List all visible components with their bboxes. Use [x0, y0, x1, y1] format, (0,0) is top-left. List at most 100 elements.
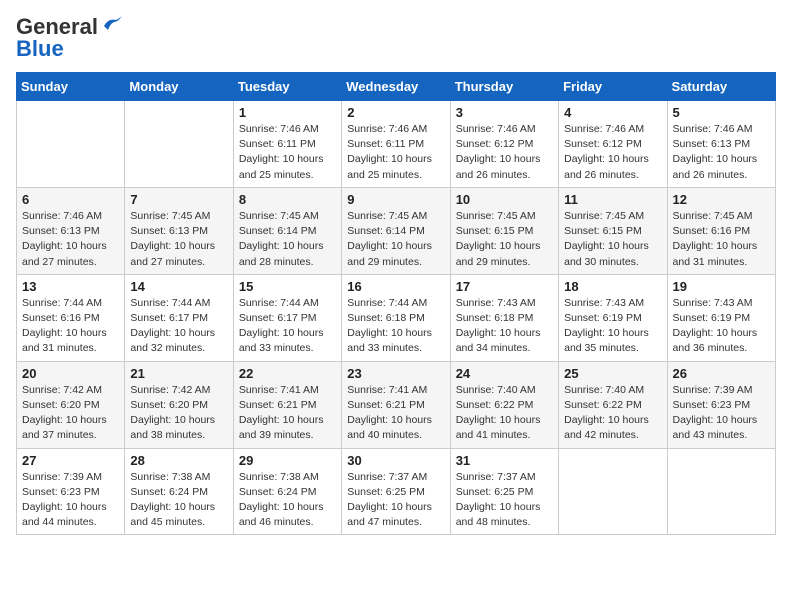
day-of-week-header: Sunday [17, 73, 125, 101]
day-info: Sunrise: 7:46 AM Sunset: 6:11 PM Dayligh… [347, 122, 444, 183]
calendar-day-cell: 19Sunrise: 7:43 AM Sunset: 6:19 PM Dayli… [667, 274, 775, 361]
day-info: Sunrise: 7:41 AM Sunset: 6:21 PM Dayligh… [239, 383, 336, 444]
day-info: Sunrise: 7:45 AM Sunset: 6:15 PM Dayligh… [564, 209, 661, 270]
day-number: 10 [456, 192, 553, 207]
calendar-day-cell: 31Sunrise: 7:37 AM Sunset: 6:25 PM Dayli… [450, 448, 558, 535]
logo: General Blue [16, 16, 122, 60]
day-info: Sunrise: 7:37 AM Sunset: 6:25 PM Dayligh… [347, 470, 444, 531]
calendar-day-cell: 10 Sunrise: 7:45 AM Sunset: 6:15 PM Dayli… [450, 187, 558, 274]
calendar-day-cell: 29 Sunrise: 7:38 AM Sunset: 6:24 PM Dayli… [233, 448, 341, 535]
calendar-day-cell: 22 Sunrise: 7:41 AM Sunset: 6:21 PM Dayli… [233, 361, 341, 448]
day-of-week-header: Tuesday [233, 73, 341, 101]
day-number: 14 [130, 279, 227, 294]
calendar-week-row: 27Sunrise: 7:39 AM Sunset: 6:23 PM Dayli… [17, 448, 776, 535]
day-info: Sunrise: 7:38 AM Sunset: 6:24 PM Dayligh… [130, 470, 227, 531]
day-info: Sunrise: 7:39 AM Sunset: 6:23 PM Dayligh… [673, 383, 770, 444]
day-number: 18 [564, 279, 661, 294]
day-number: 16 [347, 279, 444, 294]
calendar-day-cell: 1 Sunrise: 7:46 AM Sunset: 6:11 PM Daylig… [233, 101, 341, 188]
day-info: Sunrise: 7:43 AM Sunset: 6:19 PM Dayligh… [673, 296, 770, 357]
day-info: Sunrise: 7:42 AM Sunset: 6:20 PM Dayligh… [130, 383, 227, 444]
day-info: Sunrise: 7:44 AM Sunset: 6:17 PM Dayligh… [239, 296, 336, 357]
day-number: 13 [22, 279, 119, 294]
day-info: Sunrise: 7:44 AM Sunset: 6:17 PM Dayligh… [130, 296, 227, 357]
day-of-week-header: Thursday [450, 73, 558, 101]
calendar-day-cell [125, 101, 233, 188]
day-number: 8 [239, 192, 336, 207]
day-info: Sunrise: 7:46 AM Sunset: 6:12 PM Dayligh… [564, 122, 661, 183]
calendar-day-cell: 30 Sunrise: 7:37 AM Sunset: 6:25 PM Dayli… [342, 448, 450, 535]
day-number: 25 [564, 366, 661, 381]
calendar-day-cell: 5Sunrise: 7:46 AM Sunset: 6:13 PM Daylig… [667, 101, 775, 188]
day-info: Sunrise: 7:45 AM Sunset: 6:14 PM Dayligh… [239, 209, 336, 270]
day-info: Sunrise: 7:43 AM Sunset: 6:19 PM Dayligh… [564, 296, 661, 357]
day-info: Sunrise: 7:46 AM Sunset: 6:13 PM Dayligh… [673, 122, 770, 183]
day-number: 12 [673, 192, 770, 207]
day-number: 22 [239, 366, 336, 381]
calendar-week-row: 13 Sunrise: 7:44 AM Sunset: 6:16 PM Dayli… [17, 274, 776, 361]
day-info: Sunrise: 7:43 AM Sunset: 6:18 PM Dayligh… [456, 296, 553, 357]
calendar-day-cell: 11 Sunrise: 7:45 AM Sunset: 6:15 PM Dayli… [559, 187, 667, 274]
calendar-day-cell [559, 448, 667, 535]
calendar-day-cell: 28 Sunrise: 7:38 AM Sunset: 6:24 PM Dayli… [125, 448, 233, 535]
day-of-week-header: Wednesday [342, 73, 450, 101]
day-number: 15 [239, 279, 336, 294]
day-info: Sunrise: 7:45 AM Sunset: 6:13 PM Dayligh… [130, 209, 227, 270]
page-header: General Blue [16, 16, 776, 60]
calendar-week-row: 1 Sunrise: 7:46 AM Sunset: 6:11 PM Daylig… [17, 101, 776, 188]
calendar-day-cell: 26 Sunrise: 7:39 AM Sunset: 6:23 PM Dayli… [667, 361, 775, 448]
calendar-day-cell: 15 Sunrise: 7:44 AM Sunset: 6:17 PM Dayli… [233, 274, 341, 361]
calendar-header-row: SundayMondayTuesdayWednesdayThursdayFrid… [17, 73, 776, 101]
calendar-day-cell: 2 Sunrise: 7:46 AM Sunset: 6:11 PM Daylig… [342, 101, 450, 188]
day-number: 11 [564, 192, 661, 207]
logo-general: General [16, 16, 98, 38]
day-number: 28 [130, 453, 227, 468]
calendar-day-cell: 6Sunrise: 7:46 AM Sunset: 6:13 PM Daylig… [17, 187, 125, 274]
day-number: 3 [456, 105, 553, 120]
day-info: Sunrise: 7:42 AM Sunset: 6:20 PM Dayligh… [22, 383, 119, 444]
day-info: Sunrise: 7:41 AM Sunset: 6:21 PM Dayligh… [347, 383, 444, 444]
calendar-day-cell: 9 Sunrise: 7:45 AM Sunset: 6:14 PM Daylig… [342, 187, 450, 274]
day-number: 17 [456, 279, 553, 294]
day-info: Sunrise: 7:45 AM Sunset: 6:15 PM Dayligh… [456, 209, 553, 270]
calendar-week-row: 20 Sunrise: 7:42 AM Sunset: 6:20 PM Dayli… [17, 361, 776, 448]
calendar-table: SundayMondayTuesdayWednesdayThursdayFrid… [16, 72, 776, 535]
day-of-week-header: Saturday [667, 73, 775, 101]
calendar-day-cell: 8 Sunrise: 7:45 AM Sunset: 6:14 PM Daylig… [233, 187, 341, 274]
day-info: Sunrise: 7:40 AM Sunset: 6:22 PM Dayligh… [564, 383, 661, 444]
day-number: 9 [347, 192, 444, 207]
day-of-week-header: Monday [125, 73, 233, 101]
day-number: 31 [456, 453, 553, 468]
day-number: 26 [673, 366, 770, 381]
calendar-day-cell: 18 Sunrise: 7:43 AM Sunset: 6:19 PM Dayli… [559, 274, 667, 361]
calendar-day-cell: 12 Sunrise: 7:45 AM Sunset: 6:16 PM Dayli… [667, 187, 775, 274]
day-info: Sunrise: 7:44 AM Sunset: 6:18 PM Dayligh… [347, 296, 444, 357]
day-info: Sunrise: 7:46 AM Sunset: 6:11 PM Dayligh… [239, 122, 336, 183]
day-info: Sunrise: 7:45 AM Sunset: 6:14 PM Dayligh… [347, 209, 444, 270]
day-number: 1 [239, 105, 336, 120]
day-info: Sunrise: 7:39 AM Sunset: 6:23 PM Dayligh… [22, 470, 119, 531]
calendar-day-cell: 17 Sunrise: 7:43 AM Sunset: 6:18 PM Dayli… [450, 274, 558, 361]
calendar-week-row: 6Sunrise: 7:46 AM Sunset: 6:13 PM Daylig… [17, 187, 776, 274]
day-number: 2 [347, 105, 444, 120]
calendar-day-cell: 25 Sunrise: 7:40 AM Sunset: 6:22 PM Dayli… [559, 361, 667, 448]
day-info: Sunrise: 7:38 AM Sunset: 6:24 PM Dayligh… [239, 470, 336, 531]
day-info: Sunrise: 7:40 AM Sunset: 6:22 PM Dayligh… [456, 383, 553, 444]
day-info: Sunrise: 7:46 AM Sunset: 6:13 PM Dayligh… [22, 209, 119, 270]
calendar-day-cell: 23 Sunrise: 7:41 AM Sunset: 6:21 PM Dayli… [342, 361, 450, 448]
day-number: 21 [130, 366, 227, 381]
logo-bird-icon [100, 16, 122, 34]
day-info: Sunrise: 7:44 AM Sunset: 6:16 PM Dayligh… [22, 296, 119, 357]
day-number: 4 [564, 105, 661, 120]
day-of-week-header: Friday [559, 73, 667, 101]
calendar-day-cell: 20 Sunrise: 7:42 AM Sunset: 6:20 PM Dayli… [17, 361, 125, 448]
day-number: 23 [347, 366, 444, 381]
day-number: 29 [239, 453, 336, 468]
day-number: 20 [22, 366, 119, 381]
calendar-day-cell: 13 Sunrise: 7:44 AM Sunset: 6:16 PM Dayli… [17, 274, 125, 361]
calendar-day-cell: 27Sunrise: 7:39 AM Sunset: 6:23 PM Dayli… [17, 448, 125, 535]
calendar-day-cell: 24Sunrise: 7:40 AM Sunset: 6:22 PM Dayli… [450, 361, 558, 448]
day-number: 30 [347, 453, 444, 468]
day-info: Sunrise: 7:45 AM Sunset: 6:16 PM Dayligh… [673, 209, 770, 270]
day-number: 7 [130, 192, 227, 207]
